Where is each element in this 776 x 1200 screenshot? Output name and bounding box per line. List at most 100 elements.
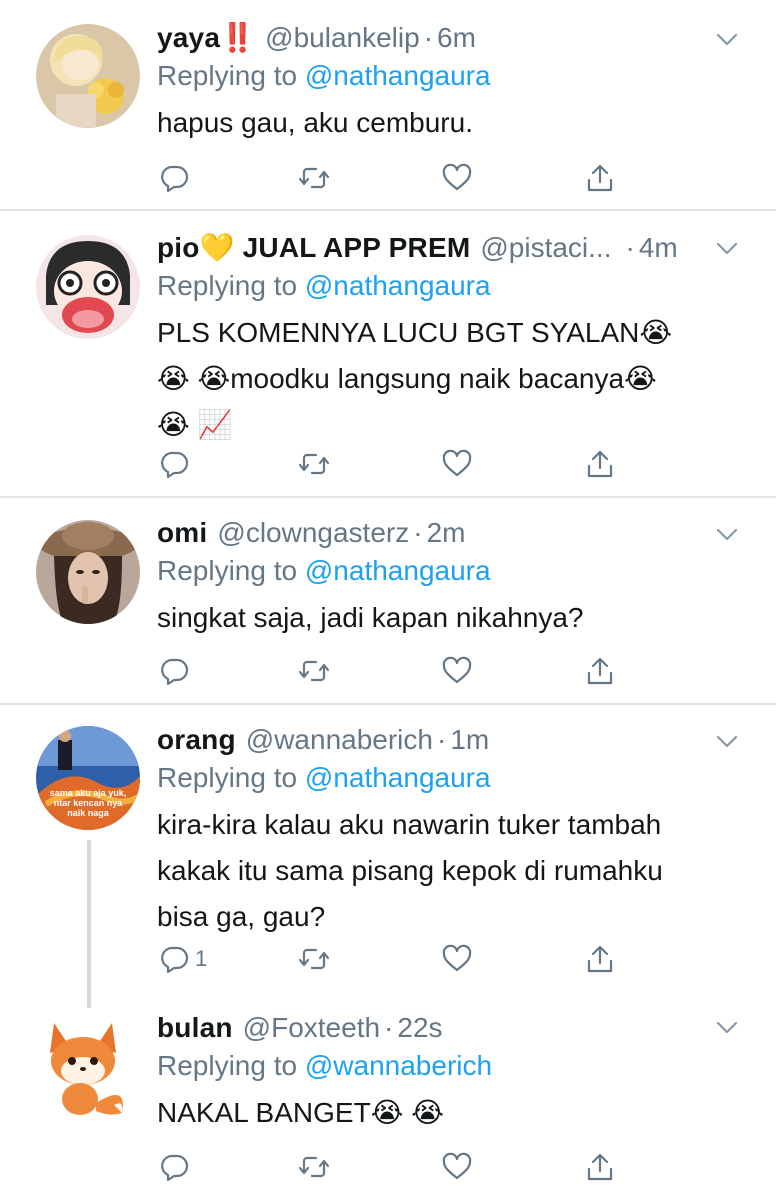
- reply-icon: [161, 1154, 189, 1182]
- avatar-caption: ntar kencan nya: [54, 798, 124, 808]
- share-button[interactable]: [585, 160, 615, 196]
- avatar[interactable]: [36, 520, 140, 624]
- replying-to: Replying to @nathangaura: [157, 758, 756, 798]
- like-button[interactable]: [442, 941, 472, 977]
- retweet-button[interactable]: [299, 160, 329, 196]
- handle[interactable]: @wannaberich: [246, 722, 433, 758]
- timestamp[interactable]: 22s: [397, 1010, 442, 1046]
- display-name[interactable]: pio💛 JUAL APP PREM: [157, 230, 470, 266]
- retweet-button[interactable]: [299, 446, 329, 482]
- tweet-actions: [157, 160, 637, 196]
- separator-dot: ·: [625, 232, 635, 263]
- tweet-text: singkat saja, jadi kapan nikahnya?: [157, 602, 584, 633]
- tweet-text-line: 😭 😭moodku langsung naik bacanya😭: [157, 363, 657, 394]
- replying-to-label: Replying to: [157, 555, 298, 586]
- like-button[interactable]: [442, 653, 472, 689]
- chevron-down-icon[interactable]: [716, 735, 738, 749]
- mention-link[interactable]: @wannaberich: [305, 1050, 492, 1081]
- chevron-down-icon[interactable]: [716, 33, 738, 47]
- share-icon: [587, 657, 613, 685]
- yellow-heart-emoji: 💛: [199, 232, 235, 263]
- reply-button[interactable]: [159, 653, 195, 689]
- tweet-actions: [157, 1149, 637, 1185]
- replying-to-label: Replying to: [157, 1050, 298, 1081]
- reply-button[interactable]: [159, 1149, 195, 1185]
- share-button[interactable]: [585, 446, 615, 482]
- like-icon: [442, 656, 472, 684]
- chevron-down-icon[interactable]: [716, 242, 738, 256]
- avatar-caption: sama aku aja yuk,: [50, 788, 127, 798]
- retweet-button[interactable]: [299, 653, 329, 689]
- tweet-header: omi @clowngasterz · 2m: [157, 515, 756, 551]
- retweet-icon: [299, 660, 329, 682]
- reply-icon: [161, 165, 189, 193]
- mention-link[interactable]: @nathangaura: [305, 762, 491, 793]
- retweet-button[interactable]: [299, 941, 329, 977]
- display-name[interactable]: bulan: [157, 1010, 233, 1046]
- tweet-yaya[interactable]: yaya‼️ @bulankelip · 6m Replying to @nat…: [0, 0, 776, 210]
- reply-icon: [161, 658, 189, 686]
- tweet-actions: 1: [157, 941, 637, 977]
- tweet-text: PLS KOMENNYA LUCU BGT SYALAN😭 😭 😭moodku …: [157, 310, 756, 448]
- share-icon: [587, 945, 613, 973]
- share-icon: [587, 450, 613, 478]
- retweet-icon: [299, 453, 329, 475]
- avatar[interactable]: sama aku aja yuk, ntar kencan nya naik n…: [36, 726, 140, 830]
- chevron-down-icon[interactable]: [716, 1021, 738, 1035]
- tweet-text-line: kira-kira kalau aku nawarin tuker tambah: [157, 809, 662, 840]
- reply-button[interactable]: [159, 160, 195, 196]
- mention-link[interactable]: @nathangaura: [305, 555, 491, 586]
- display-name[interactable]: omi: [157, 515, 207, 551]
- tweet-bulan[interactable]: bulan @Foxteeth · 22s Replying to @wanna…: [0, 995, 776, 1200]
- timestamp[interactable]: 2m: [427, 515, 466, 551]
- double-exclamation-emoji: ‼️: [220, 22, 256, 53]
- chevron-down-icon[interactable]: [716, 528, 738, 542]
- avatar-image: sama aku aja yuk, ntar kencan nya naik n…: [36, 726, 140, 830]
- share-button[interactable]: [585, 653, 615, 689]
- reply-button[interactable]: [159, 446, 195, 482]
- retweet-icon: [299, 1156, 329, 1178]
- like-icon: [442, 449, 472, 477]
- display-name[interactable]: orang: [157, 722, 236, 758]
- retweet-button[interactable]: [299, 1149, 329, 1185]
- display-name[interactable]: yaya‼️: [157, 20, 255, 56]
- share-button[interactable]: [585, 1149, 615, 1185]
- mention-link[interactable]: @nathangaura: [305, 270, 491, 301]
- mention-link[interactable]: @nathangaura: [305, 60, 491, 91]
- like-button[interactable]: [442, 1149, 472, 1185]
- tweet-text: NAKAL BANGET😭 😭: [157, 1097, 444, 1128]
- share-button[interactable]: [585, 941, 615, 977]
- handle[interactable]: @clowngasterz: [217, 515, 409, 551]
- like-icon: [442, 163, 472, 191]
- separator-dot: ·: [413, 517, 423, 548]
- avatar-image: [36, 1013, 140, 1117]
- tweet-pio[interactable]: pio💛 JUAL APP PREM @pistaci... · 4m Repl…: [0, 211, 776, 497]
- like-button[interactable]: [442, 446, 472, 482]
- timestamp[interactable]: 6m: [437, 20, 476, 56]
- tweet-actions: [157, 446, 637, 482]
- avatar[interactable]: [36, 1013, 140, 1117]
- replying-to: Replying to @nathangaura: [157, 56, 756, 96]
- timestamp[interactable]: 4m: [639, 230, 678, 266]
- handle[interactable]: @Foxteeth: [243, 1010, 380, 1046]
- like-icon: [442, 1152, 472, 1180]
- tweet-text: kira-kira kalau aku nawarin tuker tambah…: [157, 802, 756, 940]
- tweet-header: orang @wannaberich · 1m: [157, 722, 756, 758]
- avatar[interactable]: [36, 24, 140, 128]
- tweet-text-line: kakak itu sama pisang kepok di rumahku: [157, 855, 663, 886]
- separator-dot: ·: [436, 724, 447, 755]
- reply-button[interactable]: 1: [159, 941, 207, 977]
- share-icon: [587, 1153, 613, 1181]
- reply-icon: [161, 451, 189, 479]
- replying-to: Replying to @wannaberich: [157, 1046, 756, 1086]
- avatar-caption: naik naga: [67, 808, 110, 818]
- tweet-orang[interactable]: sama aku aja yuk, ntar kencan nya naik n…: [0, 705, 776, 995]
- separator-dot: ·: [384, 1012, 394, 1043]
- avatar[interactable]: [36, 235, 140, 339]
- tweet-omi[interactable]: omi @clowngasterz · 2m Replying to @nath…: [0, 498, 776, 704]
- tweet-header: bulan @Foxteeth · 22s: [157, 1010, 756, 1046]
- handle[interactable]: @bulankelip: [265, 20, 420, 56]
- like-button[interactable]: [442, 160, 472, 196]
- handle[interactable]: @pistaci...: [480, 230, 611, 266]
- timestamp[interactable]: 1m: [450, 722, 489, 758]
